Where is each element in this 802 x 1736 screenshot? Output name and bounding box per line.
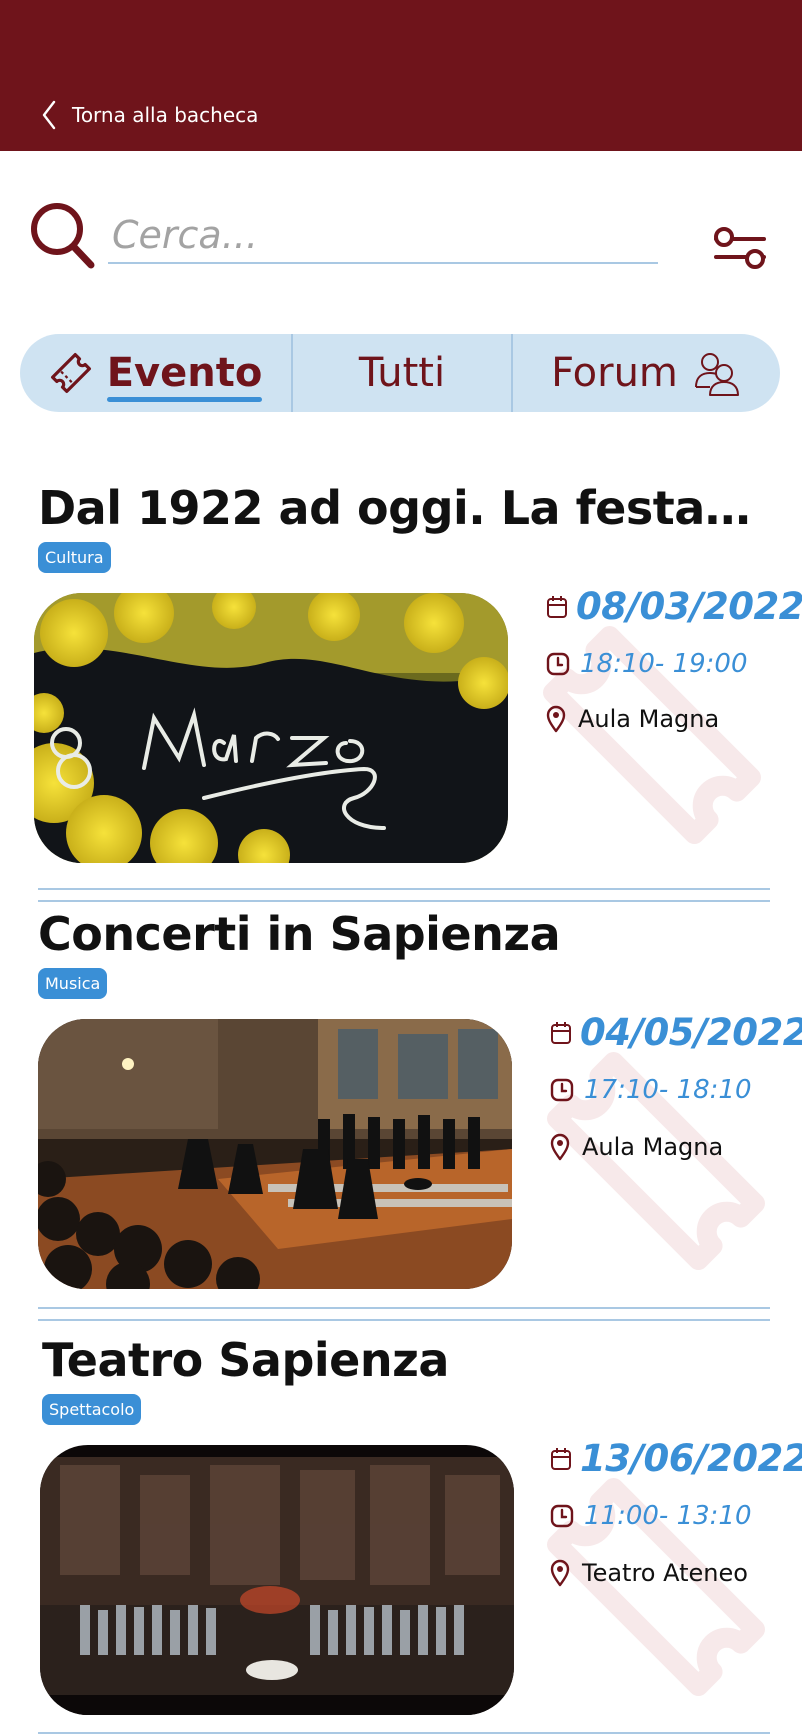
event-date-row: 04/05/2022	[550, 1011, 802, 1054]
event-place: Aula Magna	[578, 705, 720, 733]
location-pin-icon	[550, 1559, 570, 1587]
search-icon[interactable]	[30, 202, 96, 270]
tab-tutti[interactable]: Tutti	[291, 334, 513, 412]
event-date: 13/06/2022	[580, 1437, 802, 1480]
event-title[interactable]: Dal 1922 ad oggi. La festa della ...	[38, 481, 758, 535]
filter-icon[interactable]	[712, 226, 768, 270]
event-place-row: Aula Magna	[550, 1133, 723, 1161]
category-badge: Spettacolo	[42, 1394, 142, 1425]
category-badge: Musica	[38, 968, 108, 999]
search-input[interactable]	[108, 208, 658, 264]
tab-forum-label: Forum	[551, 350, 678, 396]
event-date: 08/03/2022	[576, 585, 802, 628]
event-title[interactable]: Teatro Sapienza	[42, 1333, 762, 1387]
event-time-row: 11:00- 13:10	[550, 1501, 752, 1531]
event-time: 18:10- 19:00	[580, 649, 748, 679]
clock-icon	[550, 1504, 574, 1528]
tab-tutti-label: Tutti	[358, 350, 446, 396]
event-place-row: Aula Magna	[546, 705, 719, 733]
location-pin-icon	[546, 705, 566, 733]
users-icon	[694, 353, 739, 396]
category-tabs: Evento Tutti Forum	[20, 334, 780, 412]
calendar-icon	[547, 595, 567, 618]
back-button[interactable]: Torna alla bacheca	[42, 96, 258, 134]
event-date-row: 08/03/2022	[546, 585, 802, 628]
event-image[interactable]	[40, 1445, 514, 1715]
tab-forum[interactable]: Forum	[513, 334, 780, 412]
event-date: 04/05/2022	[580, 1011, 802, 1054]
divider	[38, 1307, 770, 1321]
event-place: Teatro Ateneo	[582, 1559, 748, 1587]
ticket-icon	[50, 353, 91, 393]
event-time: 17:10- 18:10	[584, 1075, 752, 1105]
clock-icon	[546, 652, 570, 676]
event-image[interactable]	[38, 1019, 512, 1289]
ticket-watermark-icon	[547, 1052, 765, 1270]
event-title[interactable]: Concerti in Sapienza	[38, 907, 758, 961]
tab-evento[interactable]: Evento	[20, 334, 291, 412]
event-time-row: 17:10- 18:10	[550, 1075, 752, 1105]
divider	[38, 1732, 770, 1736]
clock-icon	[550, 1078, 574, 1102]
chevron-left-icon	[42, 100, 56, 130]
event-place: Aula Magna	[582, 1133, 724, 1161]
location-pin-icon	[550, 1133, 570, 1161]
event-image[interactable]	[34, 593, 508, 863]
tab-evento-label: Evento	[106, 350, 263, 402]
category-badge: Cultura	[38, 542, 111, 573]
back-label: Torna alla bacheca	[72, 103, 259, 127]
event-place-row: Teatro Ateneo	[550, 1559, 748, 1587]
event-date-row: 13/06/2022	[550, 1437, 802, 1480]
event-time: 11:00- 13:10	[584, 1501, 752, 1531]
calendar-icon	[551, 1021, 571, 1044]
app-header: Torna alla bacheca	[0, 0, 802, 151]
ticket-watermark-icon	[543, 626, 761, 844]
event-time-row: 18:10- 19:00	[546, 649, 748, 679]
calendar-icon	[551, 1447, 571, 1470]
divider	[38, 888, 770, 902]
